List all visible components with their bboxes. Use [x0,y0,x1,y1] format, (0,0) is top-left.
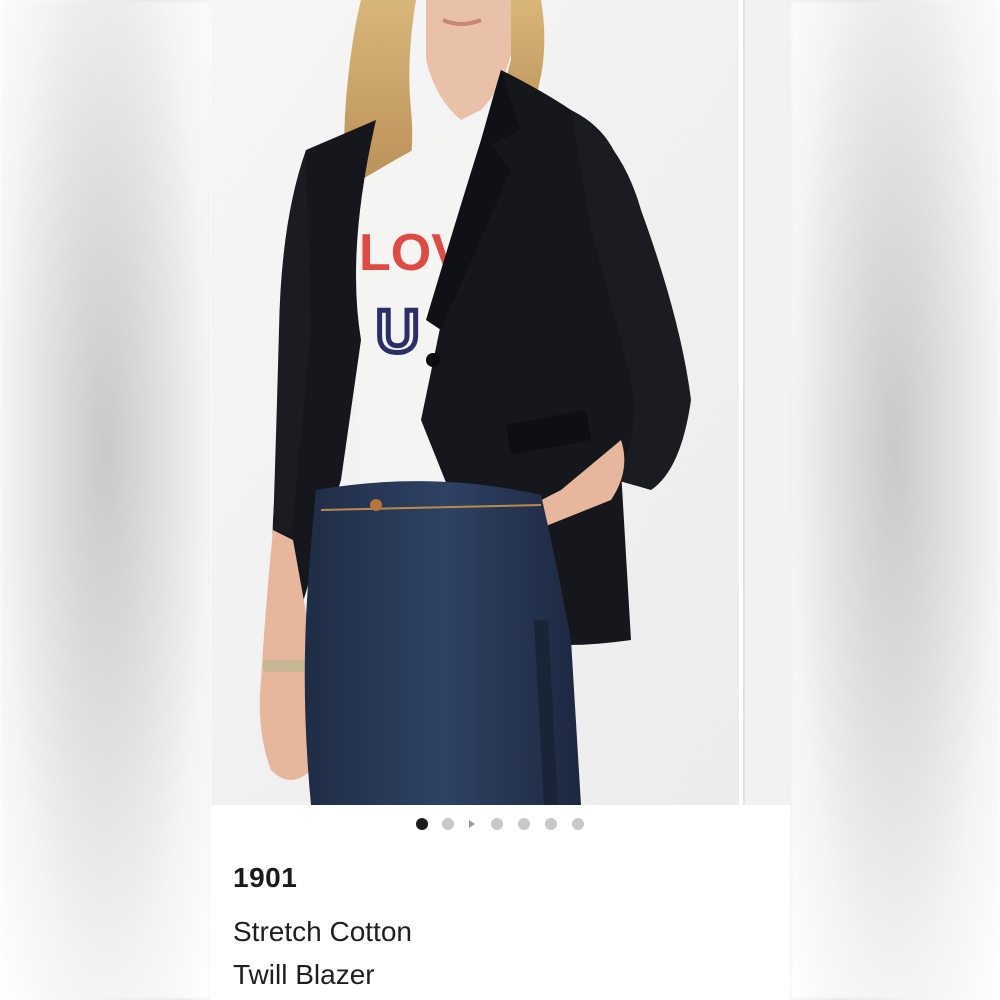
product-title-line-2: Twill Blazer [233,959,375,990]
product-main-image[interactable]: LOV U [211,0,739,805]
pagination-dot-2[interactable] [442,818,454,830]
image-pagination [211,816,790,832]
screenshot-stage: LOV U 1901 Stretch Cotton Twill Blazer [0,0,1000,1000]
brand-name[interactable]: 1901 [233,862,297,894]
left-blurred-gutter [0,0,211,1000]
pagination-dot-3[interactable] [491,818,503,830]
play-arrow-icon[interactable] [469,820,475,828]
pagination-dot-4[interactable] [518,818,530,830]
next-product-image-preview[interactable] [743,0,790,805]
tshirt-print-bottom: U [376,298,419,365]
pagination-dot-6[interactable] [572,818,584,830]
model-illustration: LOV U [211,0,739,805]
next-image-thumbnail [743,0,790,805]
product-card: LOV U 1901 Stretch Cotton Twill Blazer [211,0,790,1000]
pagination-dot-5[interactable] [545,818,557,830]
pagination-dot-1[interactable] [416,818,428,830]
product-title: Stretch Cotton Twill Blazer [233,910,773,996]
product-title-line-1: Stretch Cotton [233,916,412,947]
right-blurred-gutter [790,0,1000,1000]
